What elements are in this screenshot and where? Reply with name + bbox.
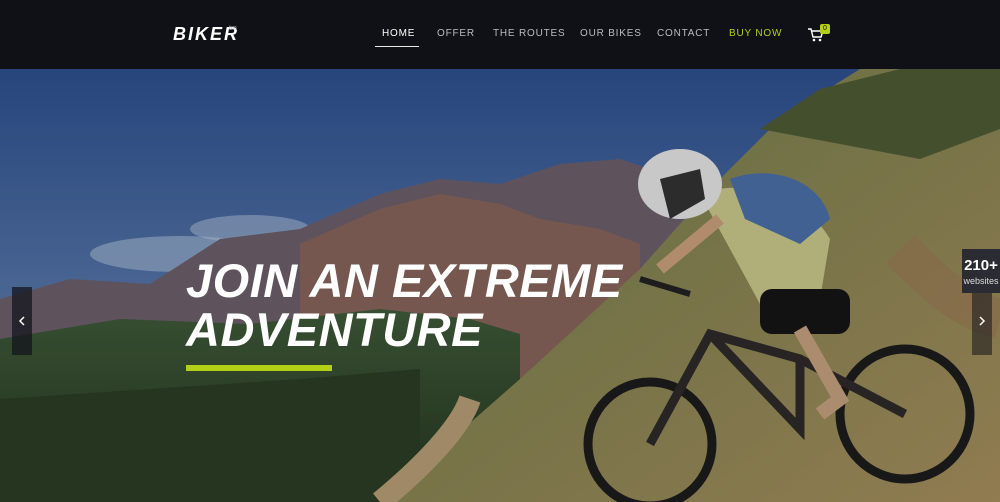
hero-headline: JOIN AN EXTREME ADVENTURE <box>186 256 666 354</box>
promo-count: 210+ <box>964 257 998 274</box>
nav-home[interactable]: HOME <box>382 28 415 39</box>
hero-headline-line1: JOIN AN EXTREME <box>186 254 623 307</box>
promo-widget[interactable]: 210+ websites <box>962 249 1000 293</box>
nav-the-routes[interactable]: THE ROUTES <box>493 28 565 39</box>
slider-prev-button[interactable] <box>12 287 32 355</box>
site-header: BIKER tm HOME OFFER THE ROUTES OUR BIKES… <box>0 0 1000 69</box>
nav-contact[interactable]: CONTACT <box>657 28 710 39</box>
chevron-left-icon <box>18 316 25 326</box>
hero-accent-bar <box>186 365 332 371</box>
nav-our-bikes[interactable]: OUR BIKES <box>580 28 642 39</box>
hero-slider: JOIN AN EXTREME ADVENTURE 210+ websites <box>0 69 1000 502</box>
chevron-right-icon <box>979 316 986 326</box>
nav-active-indicator <box>375 46 419 47</box>
nav-buy-now[interactable]: BUY NOW <box>729 28 782 39</box>
slider-next-button[interactable] <box>972 287 992 355</box>
nav-offer[interactable]: OFFER <box>437 28 475 39</box>
brand-trademark: tm <box>229 25 237 32</box>
cart-count-badge: 0 <box>820 24 830 34</box>
hero-headline-line2: ADVENTURE <box>186 303 483 356</box>
promo-label: websites <box>963 276 999 286</box>
